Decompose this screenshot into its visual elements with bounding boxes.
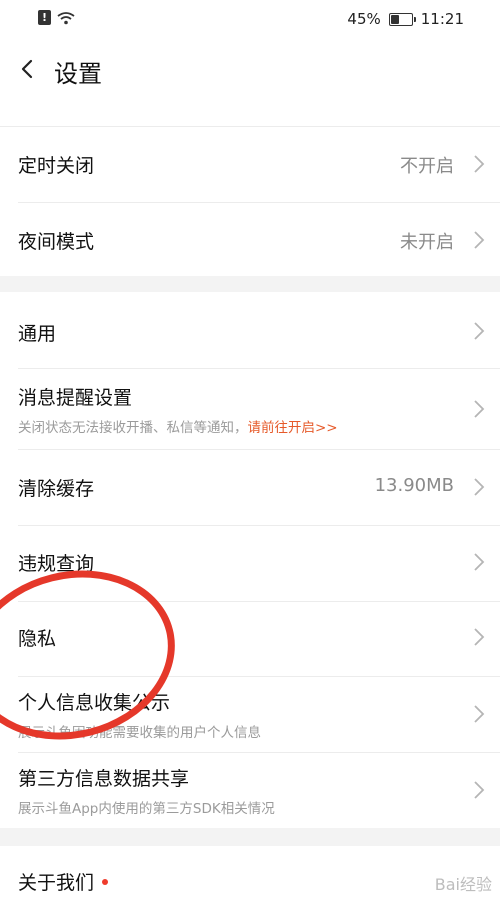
back-arrow-icon[interactable] [14, 52, 42, 86]
battery-icon [388, 12, 416, 26]
row-label: 清除缓存 [18, 478, 95, 500]
chevron-right-icon [474, 781, 485, 799]
header-bar: 设置 [0, 38, 500, 126]
about-label: 关于我们 [18, 872, 95, 894]
watermark-logo: Bai经验 [434, 875, 492, 894]
row-label: 消息提醒设置 [18, 387, 133, 409]
row-about-us[interactable]: 关于我们 [0, 846, 500, 901]
alert-icon: ! [38, 10, 51, 25]
enable-notification-link[interactable]: 请前往开启>> [248, 420, 338, 436]
status-left: ! [38, 10, 75, 25]
row-label: 第三方信息数据共享 [18, 768, 190, 790]
row-label: 隐私 [18, 628, 57, 650]
row-personal-info-collection[interactable]: 个人信息收集公示 展示斗鱼因功能需要收集的用户个人信息 [0, 677, 500, 752]
page-title: 设置 [54, 60, 102, 88]
clock: 11:21 [420, 10, 464, 28]
row-label: 夜间模式 [18, 231, 95, 253]
status-right: 45% 11:21 [347, 10, 464, 28]
notification-desc: 关闭状态无法接收开播、私信等通知， [18, 420, 248, 436]
row-description: 展示斗鱼App内使用的第三方SDK相关情况 [18, 801, 275, 817]
row-general[interactable]: 通用 [0, 292, 500, 368]
row-description: 展示斗鱼因功能需要收集的用户个人信息 [18, 725, 261, 741]
settings-group-2: 通用 消息提醒设置 关闭状态无法接收开播、私信等通知，请前往开启>> 清除缓存 … [0, 292, 500, 828]
chevron-right-icon [474, 478, 485, 496]
row-privacy[interactable]: 隐私 [0, 602, 500, 676]
row-value: 不开启 [400, 156, 454, 177]
chevron-right-icon [474, 553, 485, 571]
row-description: 关闭状态无法接收开播、私信等通知，请前往开启>> [18, 416, 338, 436]
chevron-right-icon [474, 231, 485, 249]
chevron-right-icon [474, 400, 485, 418]
settings-group-1: 定时关闭 不开启 夜间模式 未开启 [0, 126, 500, 276]
settings-group-3: 关于我们 [0, 846, 500, 901]
unread-dot-icon [102, 878, 109, 885]
row-label: 违规查询 [18, 553, 95, 575]
row-label: 个人信息收集公示 [18, 692, 171, 714]
status-bar: ! 45% 11:21 [0, 0, 500, 38]
battery-percent: 45% [347, 10, 381, 28]
row-label: 通用 [18, 323, 57, 345]
row-night-mode[interactable]: 夜间模式 未开启 [0, 203, 500, 276]
cache-size: 13.90MB [374, 475, 454, 496]
row-timer-close[interactable]: 定时关闭 不开启 [0, 126, 500, 202]
row-violation-query[interactable]: 违规查询 [0, 526, 500, 601]
chevron-right-icon [474, 322, 485, 340]
row-label: 定时关闭 [18, 155, 95, 177]
row-third-party-sharing[interactable]: 第三方信息数据共享 展示斗鱼App内使用的第三方SDK相关情况 [0, 753, 500, 828]
chevron-right-icon [474, 705, 485, 723]
row-value: 未开启 [400, 232, 454, 253]
row-label: 关于我们 [18, 868, 109, 895]
row-notification-settings[interactable]: 消息提醒设置 关闭状态无法接收开播、私信等通知，请前往开启>> [0, 369, 500, 449]
wifi-icon [57, 11, 75, 24]
chevron-right-icon [474, 155, 485, 173]
chevron-right-icon [474, 628, 485, 646]
row-clear-cache[interactable]: 清除缓存 13.90MB [0, 450, 500, 525]
